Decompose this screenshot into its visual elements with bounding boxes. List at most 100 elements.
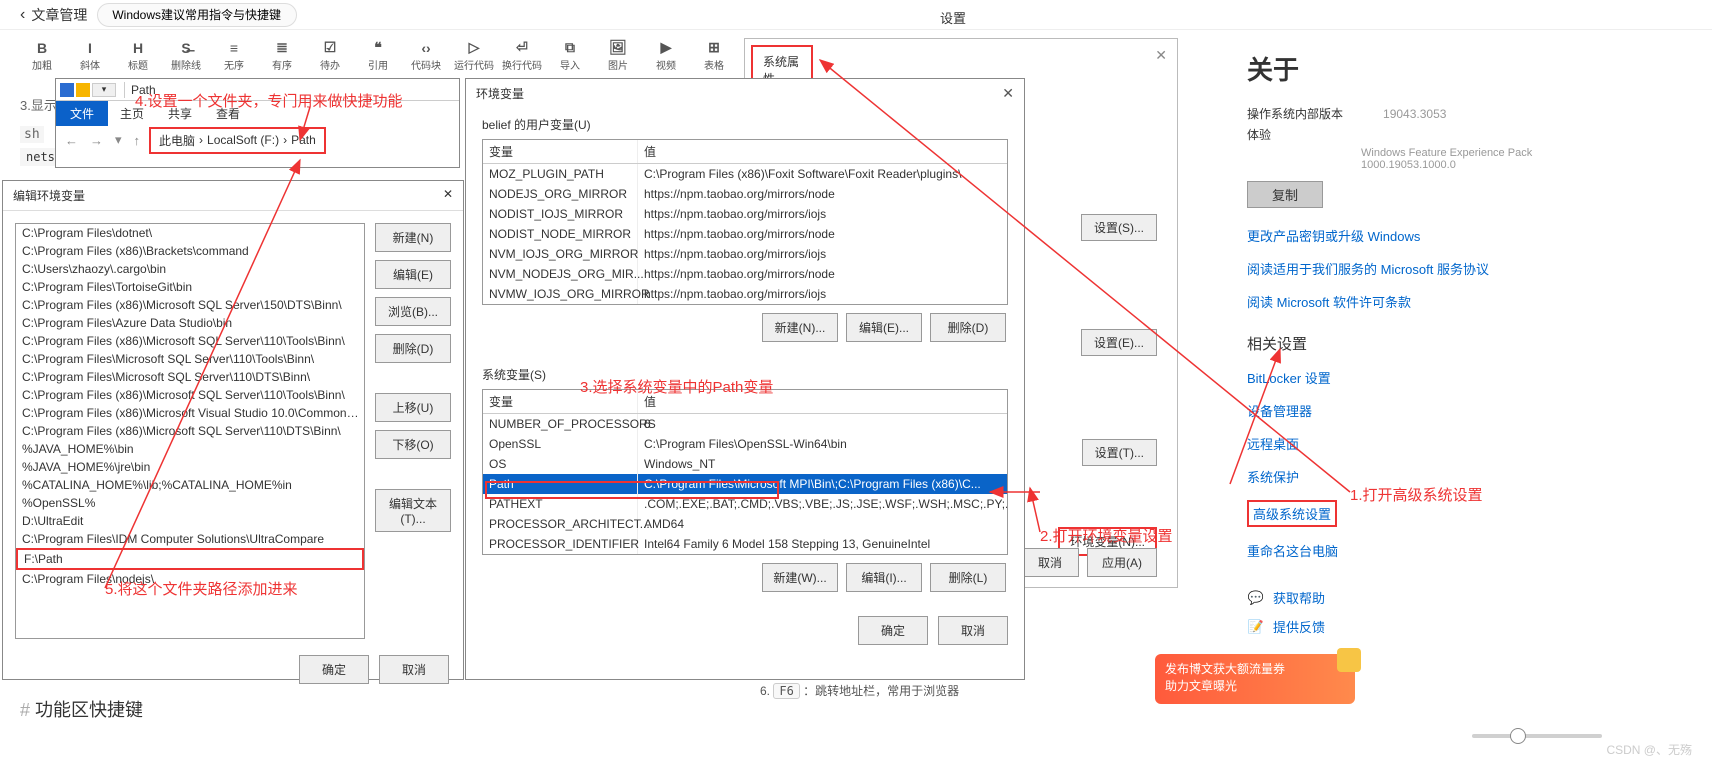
sysprops-cancel-button[interactable]: 取消 — [1021, 548, 1079, 577]
toolbar-item[interactable]: S̶删除线 — [164, 39, 208, 72]
path-list-item[interactable]: C:\Program Files (x86)\Microsoft SQL Ser… — [16, 296, 364, 314]
toolbar-item[interactable]: ≡无序 — [212, 39, 256, 72]
close-icon[interactable]: ✕ — [443, 187, 453, 204]
explorer-menu-file[interactable]: 文件 — [56, 101, 108, 126]
edit-env-action-button[interactable]: 下移(O) — [375, 430, 451, 459]
related-settings-link[interactable]: 系统保护 — [1247, 467, 1582, 486]
path-list-item[interactable]: %JAVA_HOME%\bin — [16, 440, 364, 458]
sysprops-apply-button[interactable]: 应用(A) — [1087, 548, 1157, 577]
settings-link[interactable]: 阅读 Microsoft 软件许可条款 — [1247, 292, 1582, 311]
nav-back-icon[interactable]: ← — [62, 133, 81, 148]
env-ok-button[interactable]: 确定 — [858, 616, 928, 645]
zoom-slider[interactable] — [1472, 734, 1602, 738]
toolbar-item[interactable]: ☑待办 — [308, 39, 352, 72]
path-list-item[interactable]: C:\Program Files\Microsoft SQL Server\11… — [16, 368, 364, 386]
settings-e-button[interactable]: 设置(E)... — [1081, 329, 1157, 356]
promo-banner[interactable]: 发布博文获大额流量券 助力文章曝光 — [1155, 654, 1355, 704]
edit-env-action-button[interactable]: 删除(D) — [375, 334, 451, 363]
env-var-row[interactable]: NODIST_NODE_MIRRORhttps://npm.taobao.org… — [483, 224, 1007, 244]
env-cancel-button[interactable]: 取消 — [938, 616, 1008, 645]
env-var-row[interactable]: NVM_IOJS_ORG_MIRRORhttps://npm.taobao.or… — [483, 244, 1007, 264]
path-list-item[interactable]: F:\Path — [16, 548, 364, 570]
copy-button[interactable]: 复制 — [1247, 181, 1323, 208]
env-action-button[interactable]: 删除(D) — [930, 313, 1006, 342]
path-list-item[interactable]: C:\Program Files (x86)\Brackets\command — [16, 242, 364, 260]
explorer-folder-icon[interactable] — [76, 83, 90, 97]
toolbar-item[interactable]: ⊞表格 — [692, 39, 736, 72]
nav-forward-icon[interactable]: → — [87, 133, 106, 148]
env-action-button[interactable]: 新建(N)... — [762, 313, 838, 342]
env-action-button[interactable]: 编辑(E)... — [846, 313, 922, 342]
env-var-row[interactable]: PATHEXT.COM;.EXE;.BAT;.CMD;.VBS;.VBE;.JS… — [483, 494, 1007, 514]
related-settings-link[interactable]: 重命名这台电脑 — [1247, 541, 1582, 560]
settings-link[interactable]: 更改产品密钥或升级 Windows — [1247, 226, 1582, 245]
settings-s-button[interactable]: 设置(S)... — [1081, 214, 1157, 241]
env-var-row[interactable]: NODEJS_ORG_MIRRORhttps://npm.taobao.org/… — [483, 184, 1007, 204]
related-settings-link[interactable]: 高级系统设置 — [1247, 500, 1337, 527]
toolbar-item[interactable]: ‹›代码块 — [404, 39, 448, 72]
edit-env-action-button[interactable]: 编辑(E) — [375, 260, 451, 289]
toolbar-item[interactable]: ≣有序 — [260, 39, 304, 72]
edit-env-action-button[interactable]: 编辑文本(T)... — [375, 489, 451, 532]
explorer-menu-share[interactable]: 共享 — [156, 101, 204, 126]
env-var-row[interactable]: NUMBER_OF_PROCESSORS6 — [483, 414, 1007, 434]
path-list-item[interactable]: C:\Users\zhaozy\.cargo\bin — [16, 260, 364, 278]
env-var-row[interactable]: MOZ_PLUGIN_PATHC:\Program Files (x86)\Fo… — [483, 164, 1007, 184]
toolbar-item[interactable]: ❝引用 — [356, 39, 400, 72]
toolbar-item[interactable]: I斜体 — [68, 39, 112, 72]
env-var-row[interactable]: NODIST_IOJS_MIRRORhttps://npm.taobao.org… — [483, 204, 1007, 224]
env-var-row[interactable]: OpenSSLC:\Program Files\OpenSSL-Win64\bi… — [483, 434, 1007, 454]
nav-up-icon[interactable]: ↑ — [131, 133, 144, 148]
path-list-item[interactable]: C:\Program Files\Azure Data Studio\bin — [16, 314, 364, 332]
toolbar-item[interactable]: ⏎换行代码 — [500, 39, 544, 72]
toolbar-item[interactable]: ▶视频 — [644, 39, 688, 72]
path-list-item[interactable]: C:\Program Files\TortoiseGit\bin — [16, 278, 364, 296]
path-list-item[interactable]: C:\Program Files (x86)\Microsoft SQL Ser… — [16, 386, 364, 404]
explorer-menu-view[interactable]: 查看 — [204, 101, 252, 126]
toolbar-item[interactable]: ⧉导入 — [548, 39, 592, 72]
close-icon[interactable]: ✕ — [1002, 85, 1014, 102]
slider-thumb[interactable] — [1510, 728, 1526, 744]
related-settings-link[interactable]: 设备管理器 — [1247, 401, 1582, 420]
env-action-button[interactable]: 新建(W)... — [762, 563, 838, 592]
env-var-row[interactable]: PROCESSOR_ARCHITECT...AMD64 — [483, 514, 1007, 534]
toolbar-item[interactable]: H标题 — [116, 39, 160, 72]
help-link[interactable]: 💬获取帮助 — [1247, 588, 1582, 607]
help-link[interactable]: 📝提供反馈 — [1247, 617, 1582, 636]
path-list-item[interactable]: %JAVA_HOME%\jre\bin — [16, 458, 364, 476]
article-title-input[interactable] — [97, 3, 297, 27]
path-list-item[interactable]: %CATALINA_HOME%\lib;%CATALINA_HOME%in — [16, 476, 364, 494]
edit-env-ok-button[interactable]: 确定 — [299, 655, 369, 684]
toolbar-item[interactable]: B加粗 — [20, 39, 64, 72]
explorer-quickaccess-icon[interactable] — [60, 83, 74, 97]
edit-env-action-button[interactable]: 新建(N) — [375, 223, 451, 252]
edit-env-action-button[interactable]: 浏览(B)... — [375, 297, 451, 326]
related-settings-link[interactable]: BitLocker 设置 — [1247, 368, 1582, 387]
breadcrumb[interactable]: 此电脑› LocalSoft (F:)› Path — [149, 127, 326, 154]
path-list-item[interactable]: D:\UltraEdit — [16, 512, 364, 530]
env-action-button[interactable]: 删除(L) — [930, 563, 1006, 592]
path-list-item[interactable]: C:\Program Files\nodejs\ — [16, 570, 364, 588]
toolbar-item[interactable]: ▷运行代码 — [452, 39, 496, 72]
close-icon[interactable]: ✕ — [1155, 47, 1167, 64]
path-list-item[interactable]: C:\Program Files\Microsoft SQL Server\11… — [16, 350, 364, 368]
path-list-item[interactable]: C:\Program Files\IDM Computer Solutions\… — [16, 530, 364, 548]
edit-env-cancel-button[interactable]: 取消 — [379, 655, 449, 684]
settings-t-button[interactable]: 设置(T)... — [1082, 439, 1157, 466]
nav-dropdown-icon[interactable]: ▾ — [112, 132, 125, 148]
env-var-row[interactable]: OSWindows_NT — [483, 454, 1007, 474]
settings-link[interactable]: 阅读适用于我们服务的 Microsoft 服务协议 — [1247, 259, 1582, 278]
path-list-item[interactable]: C:\Program Files (x86)\Microsoft SQL Ser… — [16, 332, 364, 350]
back-arrow-icon[interactable]: ‹ — [20, 6, 25, 24]
explorer-customize-icon[interactable]: ▾ — [92, 83, 116, 97]
path-list-item[interactable]: C:\Program Files (x86)\Microsoft SQL Ser… — [16, 422, 364, 440]
related-settings-link[interactable]: 远程桌面 — [1247, 434, 1582, 453]
toolbar-item[interactable]: 🖼图片 — [596, 39, 640, 72]
path-list-item[interactable]: %OpenSSL% — [16, 494, 364, 512]
env-action-button[interactable]: 编辑(I)... — [846, 563, 922, 592]
edit-env-action-button[interactable]: 上移(U) — [375, 393, 451, 422]
env-var-row[interactable]: PathC:\Program Files\Microsoft MPI\Bin\;… — [483, 474, 1007, 494]
env-var-row[interactable]: NVM_NODEJS_ORG_MIR...https://npm.taobao.… — [483, 264, 1007, 284]
env-var-row[interactable]: NVMW_IOJS_ORG_MIRRORhttps://npm.taobao.o… — [483, 284, 1007, 304]
path-list-item[interactable]: C:\Program Files (x86)\Microsoft Visual … — [16, 404, 364, 422]
